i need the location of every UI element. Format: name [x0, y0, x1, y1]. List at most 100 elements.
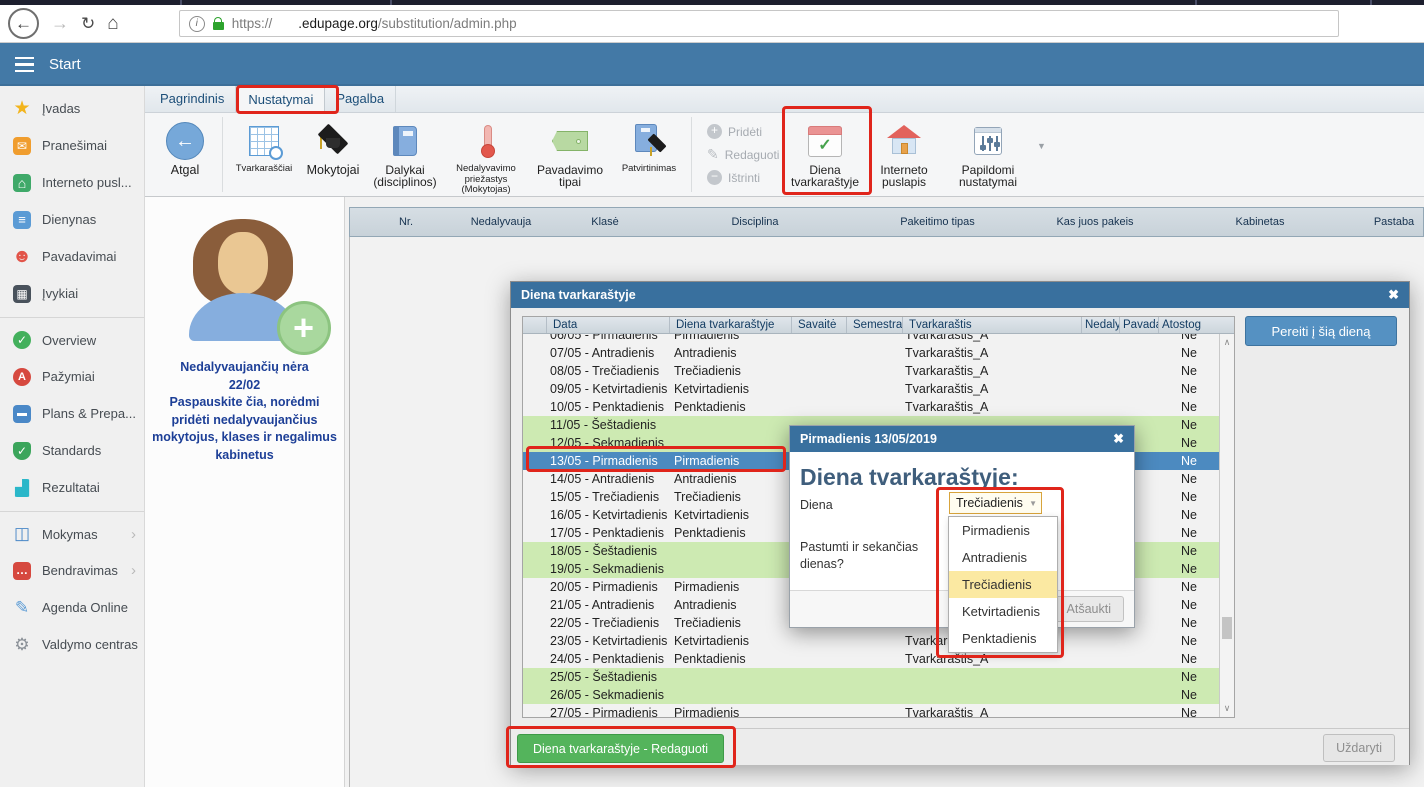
sidebar-item[interactable]: ⚙ Valdymo centras [0, 626, 144, 663]
sidebar-item[interactable]: ☻ Pavadavimai [0, 238, 144, 275]
add-absence-plus-icon[interactable]: + [277, 301, 331, 355]
dialog-footer: Diena tvarkaraštyje - Redaguoti Uždaryti [511, 728, 1409, 765]
goto-day-button[interactable]: Pereiti į šią dieną [1245, 316, 1397, 346]
sidebar-item[interactable]: ≡ Dienynas [0, 201, 144, 238]
absence-panel[interactable]: + Nedalyvaujančių nėra 22/02 Paspauskite… [145, 197, 345, 787]
home-icon[interactable]: ⌂ [107, 13, 118, 35]
additional-settings-button[interactable]: Papildomi nustatymai [941, 113, 1035, 196]
graduation-cap-icon [310, 125, 356, 157]
url-bar[interactable]: i https://.edupage.org/substitution/admi… [179, 10, 1339, 37]
sidebar-item[interactable]: ✉ Pranešimai [0, 127, 144, 164]
cell-nedalyv [1082, 334, 1120, 344]
subjects-button[interactable]: Dalykai (disciplinos) [366, 113, 444, 196]
browser-toolbar: ← → ↻ ⌂ i https://.edupage.org/substitut… [0, 5, 1424, 43]
sidebar-item[interactable]: ▟ Rezultatai [0, 469, 144, 506]
cell-date: 06/05 - Pirmadienis [547, 334, 670, 344]
back-icon[interactable]: ← [8, 8, 39, 39]
edit-day-title-bar[interactable]: Pirmadienis 13/05/2019 ✖ [790, 426, 1134, 452]
teacher-avatar[interactable]: + [181, 219, 309, 341]
cell-timetable: Tvarkaraštis_A [903, 362, 1082, 380]
chevron-right-icon: › [131, 562, 136, 579]
site-info-icon[interactable]: i [189, 16, 205, 32]
sidebar-item[interactable]: ▦ Įvykiai [0, 275, 144, 312]
sidebar-item-label: Overview [42, 333, 96, 348]
close-dialog-button[interactable]: Uždaryti [1323, 734, 1395, 762]
app-menu-label[interactable]: Start [49, 56, 81, 73]
cell-holiday: Ne [1159, 632, 1219, 650]
day-select[interactable]: Trečiadienis ▼ [949, 492, 1042, 514]
day-option[interactable]: Penktadienis [949, 625, 1057, 652]
app-header: Start [0, 43, 1424, 86]
scroll-up-icon[interactable]: ∧ [1220, 337, 1234, 348]
day-row[interactable]: 07/05 - Antradienis Antradienis Tvarkara… [523, 344, 1219, 362]
absence-panel-text[interactable]: Nedalyvaujančių nėra 22/02 Paspauskite č… [145, 359, 344, 464]
house-red-icon [883, 125, 925, 158]
ssl-lock-icon[interactable] [213, 22, 224, 30]
cell-day [670, 686, 792, 704]
day-row[interactable]: 26/05 - Sekmadienis Ne [523, 686, 1219, 704]
day-option[interactable]: Trečiadienis [949, 571, 1057, 598]
add-button[interactable]: +Pridėti [707, 124, 783, 139]
cell-holiday: Ne [1159, 452, 1219, 470]
day-row[interactable]: 10/05 - Penktadienis Penktadienis Tvarka… [523, 398, 1219, 416]
day-option[interactable]: Pirmadienis [949, 517, 1057, 544]
ribbon-toolbar: ← Atgal Tvarkaraščiai Mokytojai Dalykai … [145, 113, 1424, 197]
cell-holiday: Ne [1159, 488, 1219, 506]
cancel-button[interactable]: Atšaukti [1054, 596, 1124, 622]
cell-timetable [903, 668, 1082, 686]
absence-reasons-button[interactable]: Nedalyvavimo priežastys (Mokytojas) [444, 113, 528, 196]
substitution-types-button[interactable]: Pavadavimo tipai [528, 113, 612, 196]
day-option[interactable]: Ketvirtadienis [949, 598, 1057, 625]
hamburger-menu-icon[interactable] [15, 57, 34, 73]
cell-pavada [1120, 344, 1159, 362]
confirmation-button[interactable]: Patvirtinimas [612, 113, 686, 196]
tab-pagalba[interactable]: Pagalba [325, 86, 396, 112]
reload-icon[interactable]: ↻ [81, 14, 95, 34]
cell-holiday: Ne [1159, 362, 1219, 380]
day-option[interactable]: Antradienis [949, 544, 1057, 571]
edit-button[interactable]: ✎Redaguoti [707, 146, 783, 163]
forward-icon[interactable]: → [51, 13, 69, 34]
cell-pavada [1120, 380, 1159, 398]
sidebar-item[interactable]: ★ Įvadas [0, 90, 144, 127]
scrollbar-thumb[interactable] [1222, 617, 1232, 639]
close-icon[interactable]: ✖ [1388, 287, 1399, 303]
cell-semester [847, 650, 903, 668]
sidebar-item[interactable]: … Bendravimas › [0, 552, 144, 589]
house-icon: ⌂ [13, 174, 31, 192]
day-row[interactable]: 24/05 - Penktadienis Penktadienis Tvarka… [523, 650, 1219, 668]
tab-pagrindinis[interactable]: Pagrindinis [149, 86, 236, 112]
table-scrollbar[interactable]: ∧ ∨ [1219, 334, 1234, 717]
day-row[interactable]: 08/05 - Trečiadienis Trečiadienis Tvarka… [523, 362, 1219, 380]
dropdown-caret-icon[interactable]: ▼ [1037, 141, 1046, 151]
sidebar-item[interactable]: ◫ Mokymas › [0, 511, 144, 552]
scroll-down-icon[interactable]: ∨ [1220, 703, 1234, 714]
day-row[interactable]: 23/05 - Ketvirtadienis Ketvirtadienis Tv… [523, 632, 1219, 650]
day-row[interactable]: 09/05 - Ketvirtadienis Ketvirtadienis Tv… [523, 380, 1219, 398]
teachers-button[interactable]: Mokytojai [300, 113, 366, 196]
day-row[interactable]: 25/05 - Šeštadienis Ne [523, 668, 1219, 686]
dialog-title-bar[interactable]: Diena tvarkaraštyje ✖ [511, 282, 1409, 308]
back-button[interactable]: ← Atgal [153, 113, 217, 196]
sidebar-item-label: Įvadas [42, 101, 80, 116]
sidebar-item[interactable]: ✓ Standards [0, 432, 144, 469]
sidebar-item[interactable]: A Pažymiai [0, 358, 144, 395]
day-row[interactable]: 27/05 - Pirmadienis Pirmadienis Tvarkara… [523, 704, 1219, 717]
sidebar-item[interactable]: ✎ Agenda Online [0, 589, 144, 626]
crud-actions: +Pridėti ✎Redaguoti −Ištrinti [697, 113, 783, 196]
day-in-timetable-button[interactable]: ✓ Diena tvarkaraštyje [783, 113, 867, 196]
close-icon[interactable]: ✖ [1113, 431, 1124, 447]
day-row[interactable]: 06/05 - Pirmadienis Pirmadienis Tvarkara… [523, 334, 1219, 344]
cell-semester [847, 380, 903, 398]
timetables-button[interactable]: Tvarkaraščiai [228, 113, 300, 196]
tab-nustatymai[interactable]: Nustatymai [236, 86, 325, 112]
cell-semester [847, 344, 903, 362]
cell-timetable: Tvarkaraštis_A [903, 380, 1082, 398]
delete-button[interactable]: −Ištrinti [707, 170, 783, 185]
sidebar-item[interactable]: ✓ Overview [0, 317, 144, 358]
cell-day: Penktadienis [670, 650, 792, 668]
edit-day-button[interactable]: Diena tvarkaraštyje - Redaguoti [517, 734, 724, 763]
sidebar-item[interactable]: ▬ Plans & Prepa... [0, 395, 144, 432]
web-page-button[interactable]: Interneto puslapis [867, 113, 941, 196]
sidebar-item[interactable]: ⌂ Interneto pusl... [0, 164, 144, 201]
